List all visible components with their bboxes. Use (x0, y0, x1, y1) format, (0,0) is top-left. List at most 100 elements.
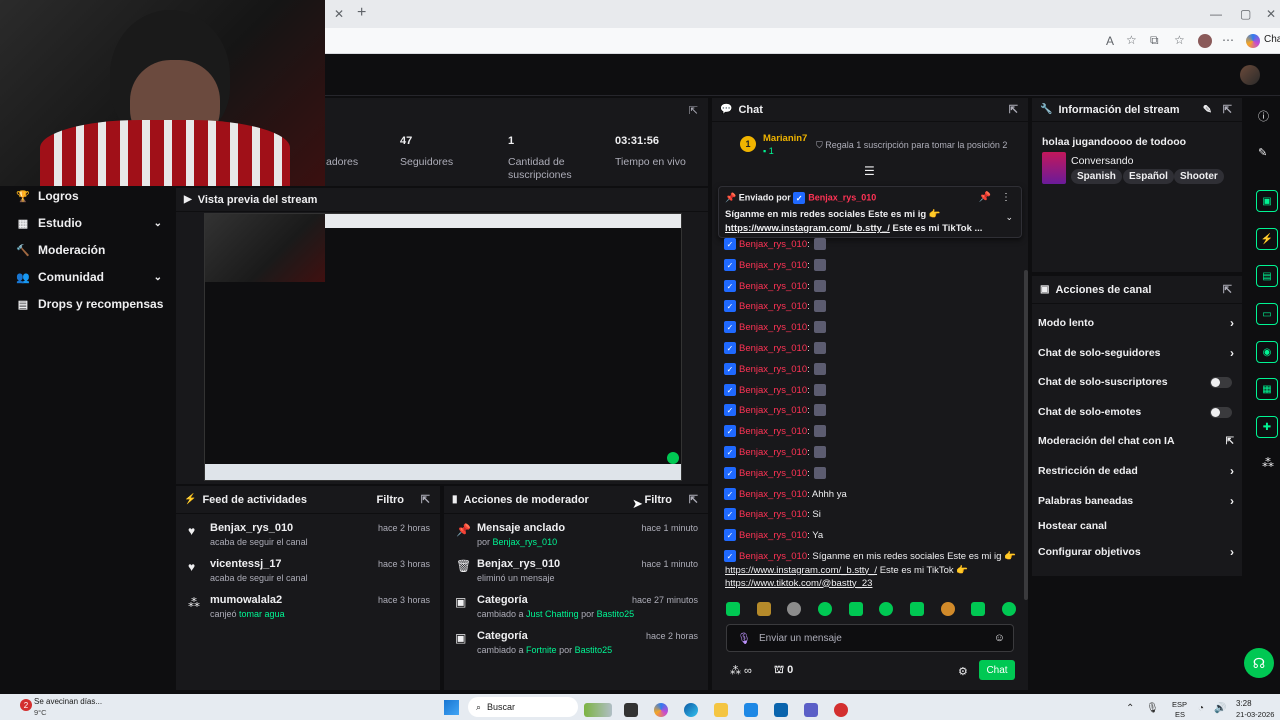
microphone-tray-icon[interactable]: 🎙 (1146, 703, 1159, 714)
gifter-name[interactable]: Marianin7 (763, 133, 807, 144)
tag[interactable]: Español (1123, 169, 1174, 184)
weather-alert-icon[interactable]: 2 (20, 699, 32, 711)
points-icon[interactable]: ⁂ (1262, 456, 1274, 470)
close-window-icon[interactable]: ✕ (1266, 7, 1276, 21)
microphone-icon[interactable]: 🎙 (737, 632, 751, 645)
emote-icon[interactable] (1001, 602, 1016, 616)
feed-user[interactable]: mumowalala2 (210, 594, 282, 606)
mod-filter-button[interactable]: Filtro (645, 494, 673, 506)
action-subscribers-only[interactable]: Chat de solo-suscriptores (1038, 373, 1238, 391)
favorite-star-icon[interactable]: ☆ (1126, 33, 1137, 47)
weather-title[interactable]: Se avecinan días... (34, 697, 102, 706)
emote-icon[interactable] (848, 602, 863, 616)
feed-user[interactable]: Benjax_rys_010 (210, 522, 293, 534)
file-explorer-icon[interactable] (714, 703, 728, 717)
emote-icon[interactable] (940, 602, 955, 616)
quick-action-doc-icon[interactable]: ▤ (1256, 265, 1278, 287)
taskbar-search[interactable]: ⌕ Buscar (468, 697, 578, 717)
infinity-points-icon[interactable]: ⁂ ∞ (730, 664, 752, 677)
maximize-icon[interactable]: ▢ (1240, 7, 1251, 21)
sidebar-item-comunidad[interactable]: 👥 Comunidad ⌄ (16, 266, 166, 288)
emote-icon[interactable] (787, 602, 802, 616)
chat-input[interactable]: 🎙 Enviar un mensaje ☺ (726, 624, 1014, 652)
sidebar-item-drops[interactable]: ▤ Drops y recompensas (16, 293, 166, 315)
stream-preview-video[interactable] (204, 213, 682, 481)
action-slow-mode[interactable]: Modo lento › (1038, 314, 1238, 332)
action-emotes-only[interactable]: Chat de solo-emotes (1038, 403, 1238, 421)
widgets-icon[interactable] (584, 703, 612, 717)
quick-action-ad-icon[interactable]: ▦ (1256, 378, 1278, 400)
chat-settings-gear-icon[interactable]: ⚙ (958, 665, 968, 678)
wifi-icon[interactable]: ◔ (1198, 703, 1204, 714)
feed-user[interactable]: vicentessj_17 (210, 558, 282, 570)
popout-icon[interactable]: ⇱ (421, 493, 430, 506)
gift-cta[interactable]: ⛉ Regala 1 suscripción para tomar la pos… (816, 140, 1007, 151)
copilot-icon[interactable] (1246, 34, 1260, 48)
pinned-link[interactable]: https://www.instagram.com/_b.stty_/ (725, 223, 890, 234)
sidebar-item-estudio[interactable]: ▦ Estudio ⌄ (16, 212, 166, 234)
extensions-icon[interactable]: ⧉ (1150, 33, 1159, 48)
sidebar-item-logros[interactable]: 🏆 Logros (16, 185, 166, 207)
copilot-label[interactable]: Chat (1264, 34, 1280, 45)
profile-avatar[interactable] (1198, 34, 1212, 48)
tray-overflow-icon[interactable]: ⌃ (1126, 703, 1134, 714)
sidebar-item-moderacion[interactable]: 🔨 Moderación (16, 239, 166, 261)
volume-icon[interactable]: 🔊 (1214, 703, 1226, 714)
new-tab-icon[interactable]: + (357, 4, 366, 22)
subscribers-only-toggle[interactable] (1210, 376, 1232, 388)
tag[interactable]: Spanish (1071, 169, 1122, 184)
chevron-down-icon[interactable]: ⌄ (1005, 212, 1013, 223)
app-icon[interactable] (834, 703, 848, 717)
chat-link[interactable]: https://www.tiktok.com/@bastty_23 (725, 578, 872, 589)
tag[interactable]: Shooter (1174, 169, 1224, 184)
quick-action-tool-icon[interactable]: ✚ (1256, 416, 1278, 438)
emote-icon[interactable] (756, 602, 771, 616)
chat-link[interactable]: https://www.instagram.com/_b.stty_/ (725, 565, 877, 576)
activity-filter-button[interactable]: Filtro (377, 494, 405, 506)
emote-icon[interactable] (817, 602, 832, 616)
category-box-art[interactable] (1042, 152, 1066, 184)
more-menu-icon[interactable]: ⋯ (1222, 33, 1234, 47)
popout-icon[interactable]: ⇱ (1009, 103, 1018, 116)
edge-icon[interactable] (684, 703, 698, 717)
popout-icon[interactable]: ⇱ (1223, 103, 1232, 116)
popout-icon[interactable]: ⇱ (689, 493, 698, 506)
quick-action-chat-icon[interactable]: ▭ (1256, 303, 1278, 325)
clock-time[interactable]: 3:28 (1236, 699, 1252, 708)
edit-pencil-icon[interactable]: ✎ (1258, 146, 1267, 159)
action-host-channel[interactable]: Hostear canal (1038, 517, 1238, 535)
user-avatar[interactable] (1240, 65, 1260, 85)
chat-scrollbar[interactable] (1024, 270, 1028, 600)
edit-pencil-icon[interactable]: ✎ (1203, 103, 1212, 116)
unpin-icon[interactable]: 📌 (979, 192, 991, 203)
clock-date[interactable]: 21-03-2026 (1236, 710, 1274, 719)
emote-icon[interactable] (971, 602, 986, 616)
popout-icon[interactable]: ⇱ (689, 104, 698, 117)
quick-action-broadcast-icon[interactable]: ◉ (1256, 341, 1278, 363)
teams-icon[interactable] (804, 703, 818, 717)
send-chat-button[interactable]: Chat (979, 660, 1015, 680)
emoji-icon[interactable]: ☺ (994, 632, 1005, 644)
mod-action-title[interactable]: Benjax_rys_010 (477, 558, 560, 570)
minimize-icon[interactable]: — (1210, 7, 1222, 21)
emotes-only-toggle[interactable] (1210, 406, 1232, 418)
action-ai-moderation[interactable]: Moderación del chat con IA ⇱ (1038, 432, 1238, 450)
close-tab-icon[interactable]: ✕ (334, 7, 344, 21)
action-configure-goals[interactable]: Configurar objetivos › (1038, 543, 1238, 561)
quick-action-bolt-icon[interactable]: ⚡ (1256, 228, 1278, 250)
action-followers-only[interactable]: Chat de solo-seguidores › (1038, 344, 1238, 362)
favorites-icon[interactable]: ☆ (1174, 33, 1185, 47)
copilot-taskbar-icon[interactable] (654, 703, 668, 717)
stream-category[interactable]: Conversando (1071, 155, 1133, 167)
action-banned-words[interactable]: Palabras baneadas › (1038, 492, 1238, 510)
filter-lines-icon[interactable]: ☰ (864, 164, 875, 178)
info-icon[interactable]: ⓘ (1258, 108, 1269, 124)
support-headset-icon[interactable]: ☊ (1244, 648, 1274, 678)
language-indicator[interactable]: ESP (1172, 700, 1187, 709)
store-icon[interactable] (744, 703, 758, 717)
emote-icon[interactable] (879, 602, 894, 616)
windows-start-icon[interactable] (444, 700, 459, 715)
emote-icon[interactable] (909, 602, 924, 616)
outlook-icon[interactable] (774, 703, 788, 717)
action-age-restriction[interactable]: Restricción de edad › (1038, 462, 1238, 480)
